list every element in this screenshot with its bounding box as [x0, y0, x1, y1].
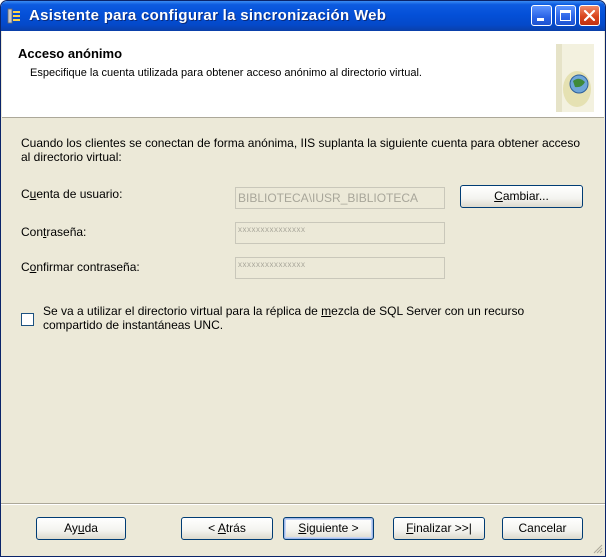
button-text: iguiente >: [306, 521, 359, 535]
resize-grip-icon[interactable]: [591, 542, 603, 554]
back-button[interactable]: < Atrás: [181, 517, 273, 540]
cancel-button[interactable]: Cancelar: [502, 517, 583, 540]
title-bar[interactable]: Asistente para configurar la sincronizac…: [1, 1, 605, 31]
close-button[interactable]: [579, 5, 600, 26]
unc-share-checkbox[interactable]: [21, 313, 34, 326]
next-button[interactable]: Siguiente >: [283, 517, 374, 540]
label-text: C: [21, 187, 30, 201]
window-title: Asistente para configurar la sincronizac…: [29, 7, 387, 24]
button-accelerator: C: [494, 189, 503, 203]
label-text: enta de usuario:: [36, 187, 123, 201]
confirm-password-label: Confirmar contraseña:: [21, 260, 140, 274]
button-text: <: [208, 521, 218, 535]
button-accelerator: A: [217, 521, 226, 535]
button-text: ambiar...: [502, 189, 549, 203]
button-text: da: [84, 521, 98, 535]
footer-separator: [1, 503, 605, 505]
button-accelerator: u: [77, 521, 85, 535]
wizard-graphic-icon: [538, 44, 594, 112]
user-account-field[interactable]: BIBLIOTECA\IUSR_BIBLIOTECA: [235, 187, 445, 209]
label-text: raseña:: [46, 225, 87, 239]
close-icon: [583, 9, 596, 22]
page-description: Especifique la cuenta utilizada para obt…: [30, 67, 422, 79]
label-text: C: [21, 260, 30, 274]
button-text: inalizar >>|: [413, 521, 472, 535]
label-text: nfirmar contraseña:: [36, 260, 140, 274]
label-accelerator: m: [321, 304, 332, 318]
page-title: Acceso anónimo: [18, 46, 123, 61]
password-field[interactable]: xxxxxxxxxxxxxxx: [235, 222, 445, 244]
finish-button[interactable]: Finalizar >>|: [393, 517, 485, 540]
wizard-app-icon: [7, 8, 21, 24]
button-text: Ay: [64, 521, 78, 535]
confirm-password-field[interactable]: xxxxxxxxxxxxxxx: [235, 257, 445, 279]
unc-share-checkbox-label[interactable]: Se va a utilizar el directorio virtual p…: [43, 304, 583, 332]
user-account-label: Cuenta de usuario:: [21, 187, 122, 201]
maximize-button[interactable]: [555, 5, 576, 26]
minimize-icon: [537, 18, 544, 21]
wizard-window: Asistente para configurar la sincronizac…: [0, 0, 606, 557]
help-button[interactable]: Ayuda: [36, 517, 126, 540]
change-account-button[interactable]: Cambiar...: [460, 185, 583, 208]
label-text: Se va a utilizar el directorio virtual p…: [43, 304, 322, 318]
intro-text: Cuando los clientes se conectan de forma…: [21, 136, 581, 164]
minimize-button[interactable]: [531, 5, 552, 26]
maximize-icon: [560, 10, 571, 21]
button-text: trás: [225, 521, 246, 535]
password-label: Contraseña:: [21, 225, 86, 239]
label-text: Con: [21, 225, 44, 239]
wizard-header: Acceso anónimo Especifique la cuenta uti…: [2, 31, 604, 118]
